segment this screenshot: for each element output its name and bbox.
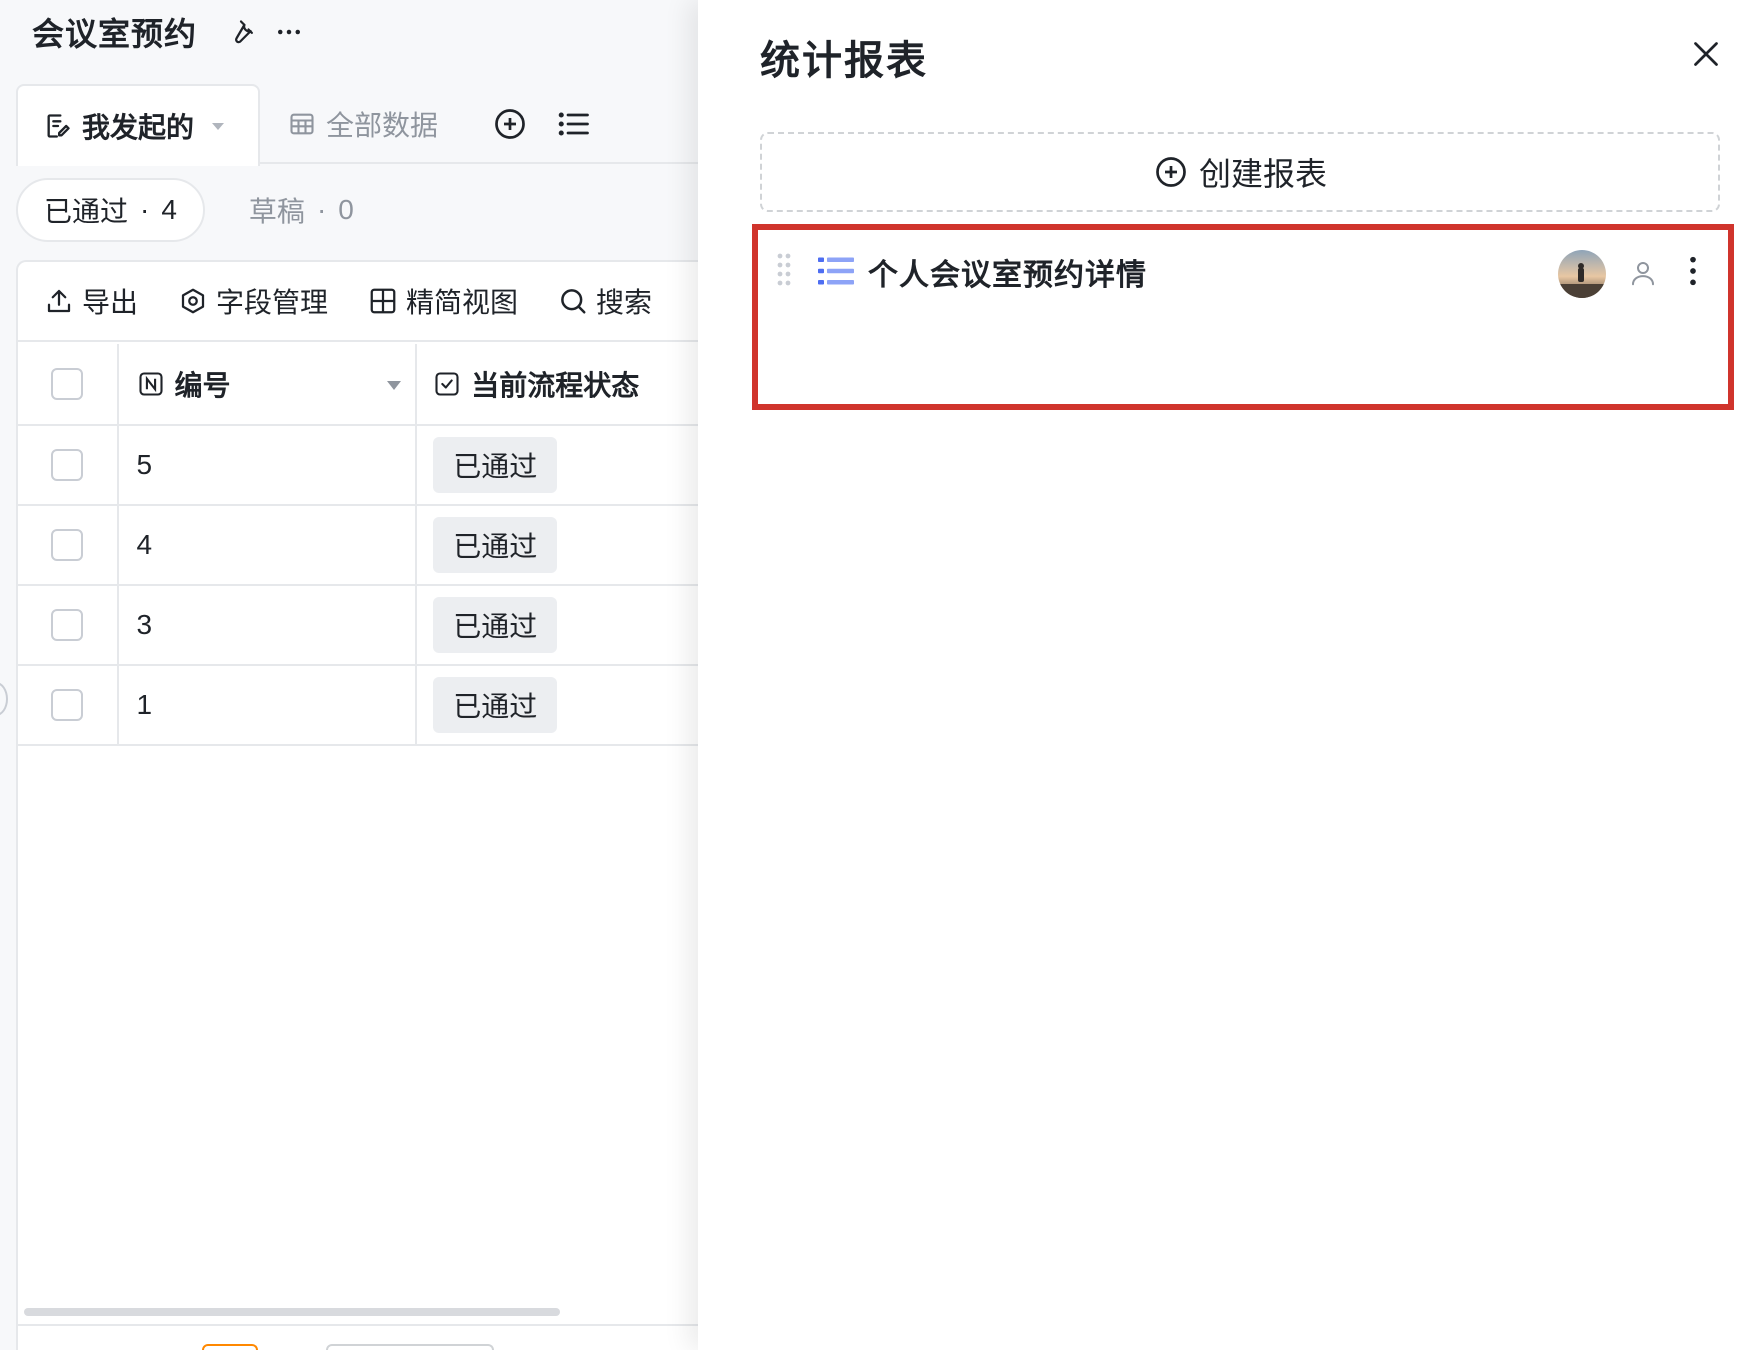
filter-approved-label: 已通过: [44, 196, 129, 227]
settings-hex-icon: [181, 288, 205, 314]
report-name: 个人会议室预约详情: [868, 259, 1147, 292]
compact-view-label: 精简视图: [406, 287, 519, 318]
filter-draft[interactable]: 草稿 · 0: [223, 178, 380, 242]
search-button[interactable]: 搜索: [558, 281, 652, 321]
upload-icon: [47, 289, 71, 313]
column-header-number[interactable]: 编号: [119, 344, 418, 424]
row-checkbox[interactable]: [51, 449, 84, 481]
status-filters: 已通过 · 4 草稿 · 0: [16, 178, 380, 242]
row-checkbox[interactable]: [51, 609, 84, 641]
drag-handle-icon[interactable]: [776, 252, 792, 291]
row-status-cell: 已通过: [417, 506, 698, 584]
plus-circle-icon: [1156, 157, 1186, 187]
tab-all-data[interactable]: 全部数据: [288, 84, 438, 164]
select-all-cell: [18, 344, 119, 424]
data-table: 编号 当前流程状态 5 已通过 4 已通过 3 已通过 1 已通过: [18, 344, 698, 746]
user-icon[interactable]: [1628, 258, 1658, 293]
column-sort-caret-icon[interactable]: [387, 381, 402, 390]
table-row[interactable]: 1 已通过: [18, 666, 698, 746]
table-grid-icon: [288, 110, 316, 138]
create-report-label: 创建报表: [1198, 156, 1327, 192]
field-manage-label: 字段管理: [216, 287, 329, 318]
filter-separator: ·: [140, 194, 150, 225]
column-status-label: 当前流程状态: [471, 370, 640, 401]
row-status-cell: 已通过: [417, 586, 698, 664]
column-header-status[interactable]: 当前流程状态: [417, 344, 698, 424]
status-badge: 已通过: [433, 597, 558, 653]
more-horizontal-icon[interactable]: [273, 16, 305, 48]
row-number: 4: [119, 506, 418, 584]
view-tabs: 我发起的 全部数据: [16, 84, 698, 166]
view-list-icon[interactable]: [556, 106, 592, 142]
filter-approved[interactable]: 已通过 · 4: [16, 178, 205, 242]
status-badge: 已通过: [433, 437, 558, 493]
report-item[interactable]: 个人会议室预约详情: [752, 224, 1734, 410]
chevron-down-icon[interactable]: [212, 122, 225, 130]
close-icon[interactable]: [1688, 36, 1724, 72]
table-row[interactable]: 4 已通过: [18, 506, 698, 586]
checkbox-field-icon: [435, 372, 459, 396]
row-status-cell: 已通过: [417, 666, 698, 744]
tab-mine[interactable]: 我发起的: [16, 84, 260, 166]
form-edit-icon: [44, 112, 72, 140]
tab-mine-label: 我发起的: [82, 112, 195, 143]
field-manage-button[interactable]: 字段管理: [178, 281, 328, 321]
grid-view-icon: [370, 288, 396, 314]
search-label: 搜索: [596, 287, 653, 318]
compact-view-button[interactable]: 精简视图: [368, 281, 518, 321]
wrench-icon[interactable]: [225, 16, 257, 48]
horizontal-scrollbar[interactable]: [24, 1308, 560, 1316]
filter-separator: ·: [316, 194, 327, 225]
left-pane: 会议室预约 我发起的 全部数据 已通过 · 4 草稿 · 0 导出 字段管理 精…: [0, 0, 698, 1350]
page-size-select[interactable]: [326, 1344, 494, 1350]
row-checkbox[interactable]: [51, 529, 84, 561]
row-select-cell: [18, 586, 119, 664]
select-all-checkbox[interactable]: [51, 368, 84, 400]
row-checkbox[interactable]: [51, 689, 84, 721]
report-panel: 统计报表 创建报表 个人会议室预约详情: [698, 0, 1756, 1350]
table-row[interactable]: 3 已通过: [18, 586, 698, 666]
table-header-row: 编号 当前流程状态: [18, 344, 698, 426]
tab-all-label: 全部数据: [326, 110, 439, 141]
app-title: 会议室预约: [32, 16, 198, 52]
report-list-icon: [818, 256, 854, 291]
table-row[interactable]: 5 已通过: [18, 426, 698, 506]
app-header: 会议室预约: [32, 10, 305, 54]
search-icon: [561, 289, 586, 314]
filter-approved-count: 4: [161, 194, 177, 225]
panel-title: 统计报表: [760, 39, 928, 83]
export-label: 导出: [82, 287, 139, 318]
more-vertical-icon[interactable]: [1678, 254, 1708, 293]
row-select-cell: [18, 666, 119, 744]
add-view-icon[interactable]: [492, 106, 528, 142]
row-number: 5: [119, 426, 418, 504]
footer-divider: [18, 1324, 698, 1326]
number-field-icon: [138, 372, 163, 396]
row-select-cell: [18, 426, 119, 504]
row-select-cell: [18, 506, 119, 584]
row-number: 3: [119, 586, 418, 664]
sidebar-toggle-handle[interactable]: [0, 682, 8, 716]
table-toolbar: 导出 字段管理 精简视图 搜索: [18, 262, 698, 342]
avatar: [1558, 250, 1606, 298]
export-button[interactable]: 导出: [44, 281, 138, 321]
row-number: 1: [119, 666, 418, 744]
filter-draft-count: 0: [338, 194, 354, 225]
status-badge: 已通过: [433, 677, 558, 733]
column-number-label: 编号: [174, 370, 231, 401]
create-report-button[interactable]: 创建报表: [760, 132, 1720, 212]
row-status-cell: 已通过: [417, 426, 698, 504]
filter-draft-label: 草稿: [248, 196, 305, 227]
table-card: 导出 字段管理 精简视图 搜索 编号 当前流程状态 5 已通过 4 已通过 3 …: [16, 260, 698, 1350]
pagination-current-page[interactable]: [202, 1344, 258, 1350]
status-badge: 已通过: [433, 517, 558, 573]
